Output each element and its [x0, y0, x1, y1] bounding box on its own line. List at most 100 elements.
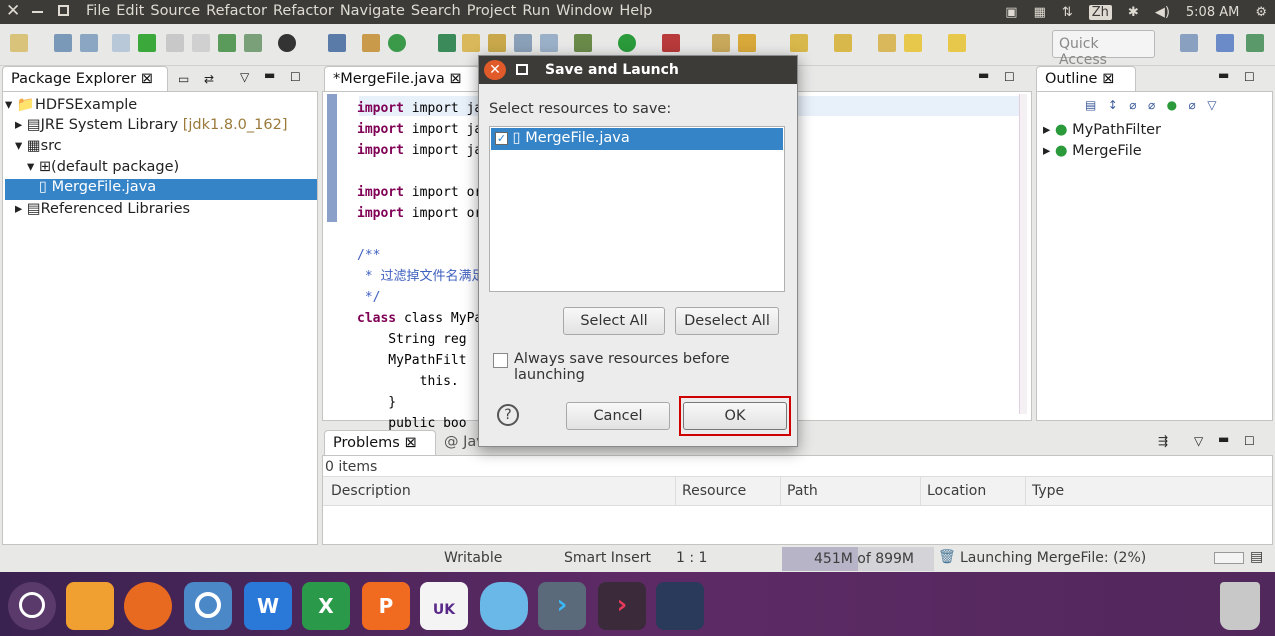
close-icon[interactable]: ⊠: [1102, 71, 1114, 87]
settings-gear-icon[interactable]: ⚙: [1255, 5, 1267, 20]
src-node[interactable]: ▾ ▦src: [15, 138, 62, 154]
workspace-icon[interactable]: [656, 582, 704, 630]
terminal-icon[interactable]: ›: [598, 582, 646, 630]
powerpoint-icon[interactable]: P: [362, 582, 410, 630]
always-save-checkbox[interactable]: [493, 353, 508, 368]
menu-run[interactable]: Run: [522, 3, 556, 19]
vscode-icon[interactable]: ›: [538, 582, 586, 630]
col-resource[interactable]: Resource: [675, 477, 752, 505]
deselect-all-button[interactable]: Deselect All: [675, 307, 779, 335]
col-path[interactable]: Path: [780, 477, 824, 505]
skip-breakpoints-icon[interactable]: [328, 34, 346, 52]
tab-problems[interactable]: Problems ⊠: [324, 430, 436, 456]
select-all-button[interactable]: Select All: [563, 307, 665, 335]
menu-refactor[interactable]: Refactor: [206, 3, 273, 19]
menu-search[interactable]: Search: [411, 3, 467, 19]
clock[interactable]: 5:08 AM: [1186, 5, 1239, 20]
view-menu-icon[interactable]: ▽: [1194, 434, 1203, 448]
view-filter-icon[interactable]: ⇶: [1158, 434, 1168, 448]
whitespace-icon[interactable]: [192, 34, 210, 52]
editor-scrollbar[interactable]: [1019, 94, 1027, 414]
open-perspective-icon[interactable]: [1180, 34, 1198, 52]
menu-refactor-2[interactable]: Refactor: [273, 3, 340, 19]
excel-icon[interactable]: X: [302, 582, 350, 630]
close-icon[interactable]: ⊠: [141, 71, 153, 87]
open-folder-icon[interactable]: [712, 34, 730, 52]
toggle-block-icon[interactable]: [138, 34, 156, 52]
maximize-view-icon[interactable]: ☐: [290, 70, 301, 84]
minimize-view-icon[interactable]: ▬: [264, 68, 275, 82]
quick-access-input[interactable]: Quick Access: [1052, 30, 1155, 68]
minimize-outline-icon[interactable]: ▬: [1218, 68, 1229, 82]
outline-item-mypathfilter[interactable]: ▸ ● MyPathFilter: [1043, 122, 1161, 138]
new-icon[interactable]: [10, 34, 28, 52]
last-edit-icon[interactable]: [878, 34, 896, 52]
ok-button[interactable]: OK: [683, 402, 787, 430]
run-icon[interactable]: [618, 34, 636, 52]
java-perspective-icon[interactable]: [1246, 34, 1264, 52]
search-ref-icon[interactable]: [438, 34, 456, 52]
toggle-mark-icon[interactable]: [112, 34, 130, 52]
volume-icon[interactable]: ◀): [1155, 5, 1170, 20]
profile-icon[interactable]: [278, 34, 296, 52]
back-icon[interactable]: [904, 34, 922, 52]
file-node-mergefile[interactable]: ▯ MergeFile.java: [5, 179, 317, 200]
menu-source[interactable]: Source: [150, 3, 206, 19]
open-task-icon[interactable]: [244, 34, 262, 52]
save-all-icon[interactable]: [80, 34, 98, 52]
menu-help[interactable]: Help: [619, 3, 658, 19]
outline-item-mergefile[interactable]: ▸ ● MergeFile: [1043, 143, 1142, 159]
link-editor-icon[interactable]: ⇄: [204, 72, 214, 86]
minimize-window-icon[interactable]: [32, 11, 43, 13]
debug-icon[interactable]: [574, 34, 592, 52]
firefox-icon[interactable]: [124, 582, 172, 630]
input-method-indicator[interactable]: Zh: [1088, 4, 1112, 20]
pin-icon[interactable]: [540, 34, 558, 52]
project-node[interactable]: ▾ 📁HDFSExample: [5, 96, 137, 113]
menu-file[interactable]: File: [86, 3, 116, 19]
save-icon[interactable]: [54, 34, 72, 52]
software-center-icon[interactable]: UK: [420, 582, 468, 630]
forward-icon[interactable]: [948, 34, 966, 52]
bluetooth-icon[interactable]: ✱: [1128, 5, 1139, 20]
outline-toolbar[interactable]: ▤ ↕ ⌀ ⌀ ● ⌀ ▽: [1085, 98, 1216, 112]
trash-icon[interactable]: [1220, 582, 1260, 630]
resource-checkbox[interactable]: ✓: [495, 132, 508, 145]
maximize-outline-icon[interactable]: ☐: [1244, 70, 1255, 84]
word-icon[interactable]: W: [244, 582, 292, 630]
resource-list[interactable]: ✓ ▯ MergeFile.java: [489, 126, 785, 292]
calendar-icon[interactable]: ▦: [1034, 5, 1046, 20]
files-icon[interactable]: [66, 582, 114, 630]
new-class-icon[interactable]: [388, 34, 406, 52]
minimize-editor-icon[interactable]: ▬: [978, 68, 989, 82]
highlight-icon[interactable]: [462, 34, 480, 52]
resource-item-mergefile[interactable]: ✓ ▯ MergeFile.java: [491, 128, 783, 150]
col-location[interactable]: Location: [920, 477, 992, 505]
keyboard-icon[interactable]: ▣: [1005, 5, 1017, 20]
external-tools-icon[interactable]: [662, 34, 680, 52]
close-window-icon[interactable]: ✕: [6, 1, 20, 21]
tab-package-explorer[interactable]: Package Explorer ⊠: [2, 66, 168, 92]
progress-view-icon[interactable]: ▤: [1250, 549, 1263, 565]
new-package-icon[interactable]: [362, 34, 380, 52]
menu-project[interactable]: Project: [467, 3, 523, 19]
close-icon[interactable]: ⊠: [404, 435, 416, 451]
maximize-window-icon[interactable]: [58, 5, 69, 16]
gc-trash-icon[interactable]: 🗑: [938, 549, 956, 565]
minimize-problems-icon[interactable]: ▬: [1218, 432, 1229, 446]
maximize-problems-icon[interactable]: ☐: [1244, 434, 1255, 448]
dialog-close-icon[interactable]: ✕: [484, 60, 506, 80]
dialog-maximize-icon[interactable]: [516, 64, 528, 75]
menu-edit[interactable]: Edit: [116, 3, 150, 19]
java-ee-perspective-icon[interactable]: [1216, 34, 1234, 52]
prev-edit-icon[interactable]: [834, 34, 852, 52]
cancel-button[interactable]: Cancel: [566, 402, 670, 430]
ref-libs-node[interactable]: ▸ ▤Referenced Libraries: [15, 201, 190, 217]
collapse-all-icon[interactable]: ▭: [178, 72, 189, 86]
sogou-icon[interactable]: [480, 582, 528, 630]
menu-window[interactable]: Window: [556, 3, 619, 19]
doc-icon[interactable]: [514, 34, 532, 52]
menu-navigate[interactable]: Navigate: [340, 3, 411, 19]
view-menu-icon[interactable]: ▽: [240, 70, 249, 84]
maximize-editor-icon[interactable]: ☐: [1004, 70, 1015, 84]
